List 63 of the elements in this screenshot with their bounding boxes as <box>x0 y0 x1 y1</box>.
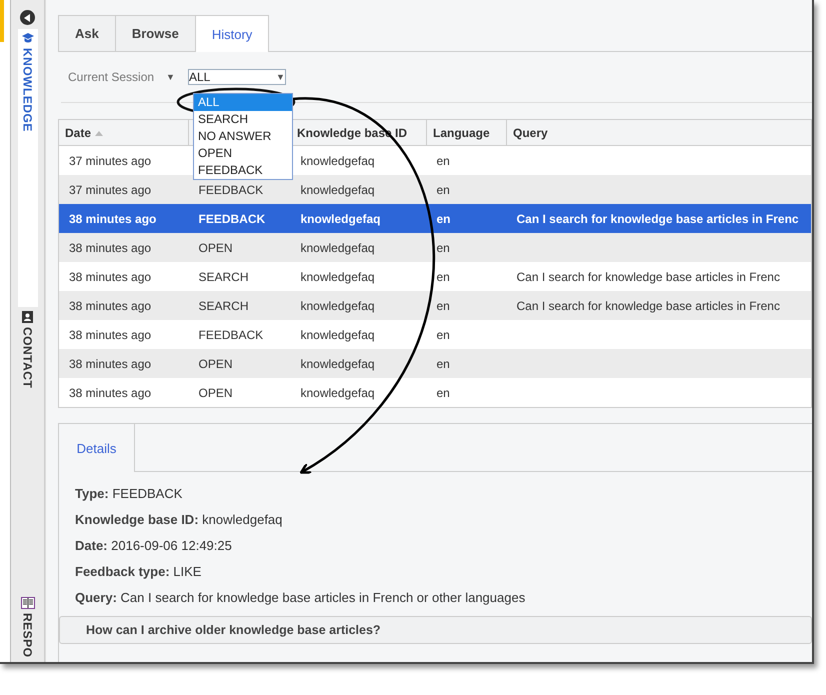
table-cell: Can I search for knowledge base articles in Frenc <box>506 262 812 291</box>
table-cell: 38 minutes ago <box>58 262 188 291</box>
column-header[interactable]: Query <box>506 120 812 146</box>
table-cell: 38 minutes ago <box>58 320 188 349</box>
detail-field: Date: 2016-09-06 12:49:25 <box>75 538 796 554</box>
table-cell: 38 minutes ago <box>58 291 188 320</box>
tab[interactable]: Ask <box>58 15 116 51</box>
tab[interactable]: History <box>194 15 270 52</box>
table-cell: OPEN <box>188 233 290 262</box>
table-cell: Can I search for knowledge base articles in Frenc <box>506 291 812 320</box>
dropdown-option[interactable]: OPEN <box>194 145 292 162</box>
table-cell: FEEDBACK <box>188 204 290 233</box>
table-cell: 37 minutes ago <box>58 175 188 204</box>
dropdown-option[interactable]: ALL <box>194 94 292 111</box>
detail-field: Knowledge base ID: knowledgefaq <box>75 512 796 528</box>
table-cell: 38 minutes ago <box>58 233 188 262</box>
contact-card-icon <box>22 311 33 323</box>
table-cell: SEARCH <box>188 291 290 320</box>
details-tab[interactable]: Details <box>59 424 135 472</box>
session-filter-label[interactable]: Current Session <box>68 70 154 84</box>
sidebar-tab[interactable]: CONTACT <box>18 307 38 392</box>
table-cell: knowledgefaq <box>290 204 426 233</box>
table-cell: 38 minutes ago <box>58 204 188 233</box>
sidebar-tab[interactable]: RESPO <box>18 593 38 662</box>
table-cell: knowledgefaq <box>290 175 426 204</box>
table-cell: Can I search for knowledge base articles in Frenc <box>506 204 812 233</box>
graduation-cap-icon <box>22 33 34 44</box>
type-dropdown[interactable]: ALL ▼ <box>188 70 285 84</box>
table-cell: en <box>426 320 506 349</box>
table-cell: OPEN <box>188 349 290 378</box>
caret-icon[interactable]: ▼ <box>166 72 175 82</box>
dropdown-option[interactable]: SEARCH <box>194 111 292 128</box>
table-cell: en <box>426 378 506 408</box>
column-header[interactable]: Date <box>58 120 188 146</box>
table-cell: en <box>426 204 506 233</box>
table-cell: en <box>426 349 506 378</box>
column-header[interactable]: Language <box>426 120 506 146</box>
table-cell: en <box>426 262 506 291</box>
table-cell: 37 minutes ago <box>58 146 188 175</box>
table-cell: en <box>426 291 506 320</box>
tab[interactable]: Browse <box>114 15 196 51</box>
table-cell: 38 minutes ago <box>58 349 188 378</box>
table-cell: knowledgefaq <box>290 146 426 175</box>
table-cell: knowledgefaq <box>290 378 426 408</box>
table-cell: SEARCH <box>188 262 290 291</box>
detail-field: Feedback type: LIKE <box>75 564 796 580</box>
sidebar-tab[interactable]: KNOWLEDGE <box>18 29 38 307</box>
collapse-icon[interactable] <box>20 10 35 25</box>
table-cell: en <box>426 175 506 204</box>
table-cell: OPEN <box>188 378 290 408</box>
table-cell: en <box>426 233 506 262</box>
table-cell: FEEDBACK <box>188 320 290 349</box>
table-cell: 38 minutes ago <box>58 378 188 408</box>
detail-field: Type: FEEDBACK <box>75 486 796 502</box>
article-button[interactable]: How can I archive older knowledge base articles? <box>59 616 812 644</box>
book-icon <box>20 597 34 610</box>
table-cell: knowledgefaq <box>290 291 426 320</box>
table-cell: knowledgefaq <box>290 262 426 291</box>
table-cell: en <box>426 146 506 175</box>
detail-field: Query: Can I search for knowledge base articles in French or other languages <box>75 590 796 606</box>
table-cell: knowledgefaq <box>290 349 426 378</box>
table-cell: knowledgefaq <box>290 233 426 262</box>
table-cell: knowledgefaq <box>290 320 426 349</box>
